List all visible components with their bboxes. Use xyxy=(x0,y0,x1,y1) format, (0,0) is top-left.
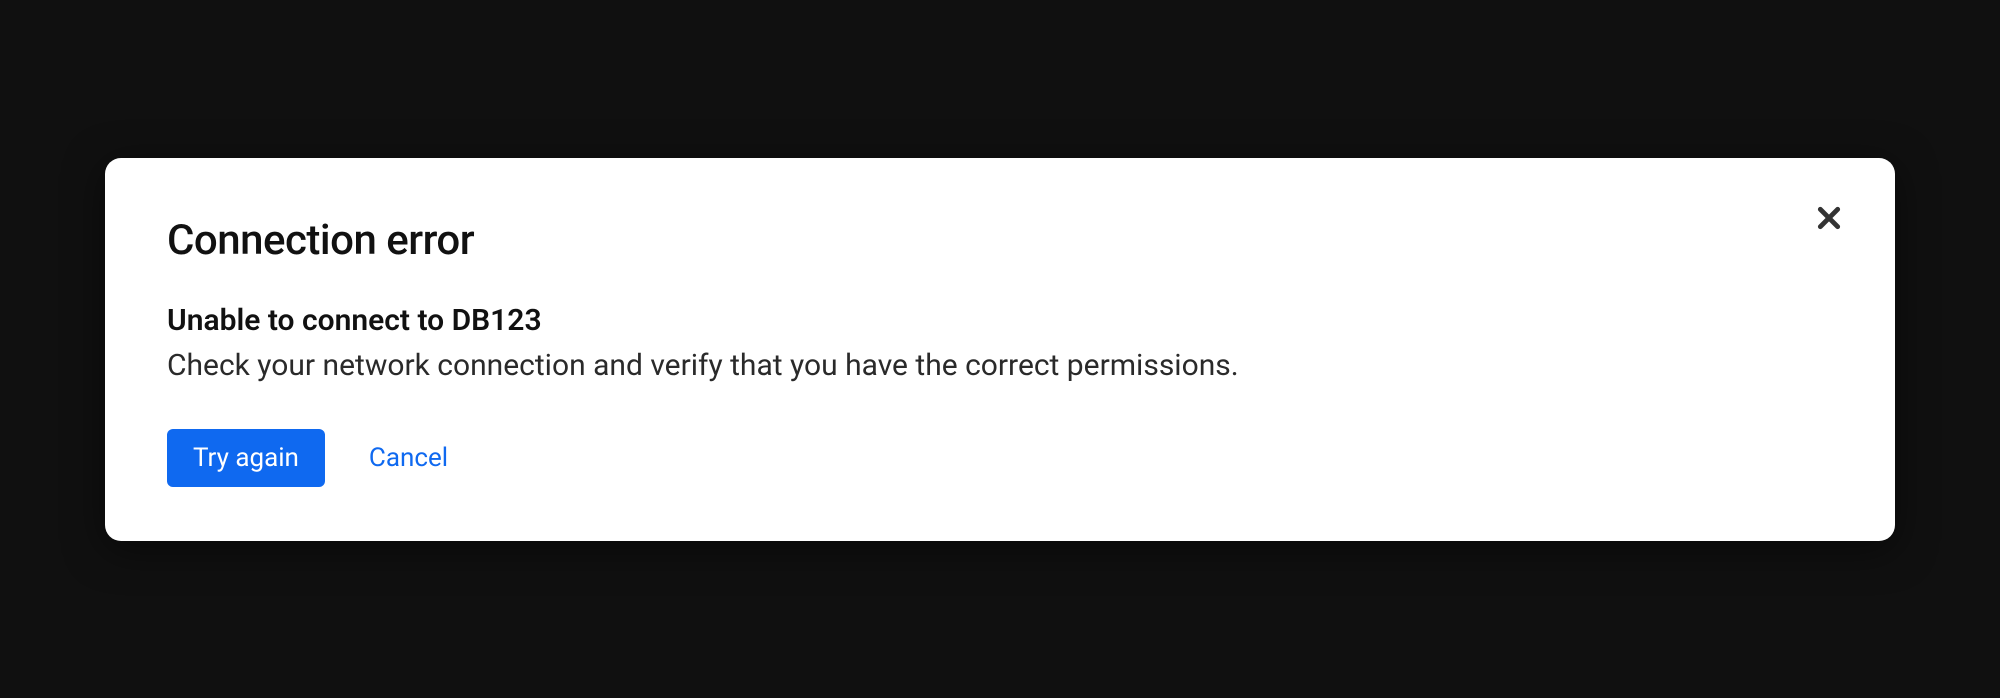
cancel-button[interactable]: Cancel xyxy=(365,429,452,487)
dialog-subtitle: Unable to connect to DB123 xyxy=(167,303,1835,338)
error-dialog: Connection error Unable to connect to DB… xyxy=(105,158,1895,541)
close-icon xyxy=(1816,205,1842,234)
dialog-title: Connection error xyxy=(167,216,1835,265)
close-button[interactable] xyxy=(1813,204,1845,236)
try-again-button[interactable]: Try again xyxy=(167,429,325,487)
dialog-description: Check your network connection and verify… xyxy=(167,348,1835,383)
dialog-actions: Try again Cancel xyxy=(167,429,1835,487)
